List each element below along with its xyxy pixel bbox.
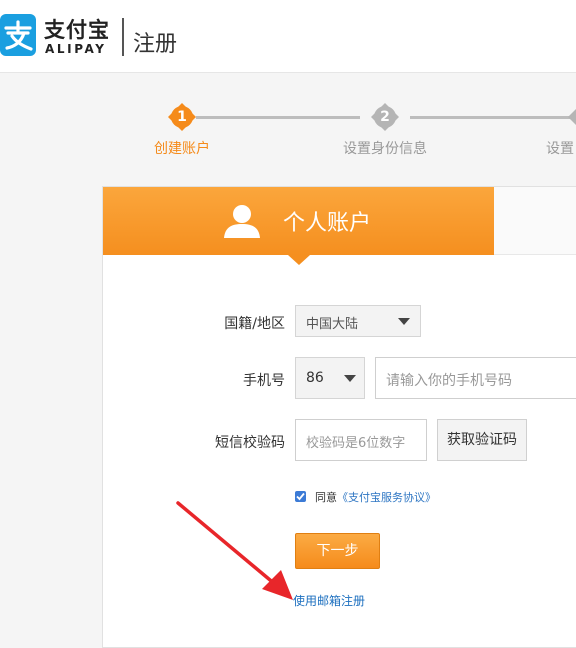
annotation-arrow-icon [176, 501, 293, 600]
